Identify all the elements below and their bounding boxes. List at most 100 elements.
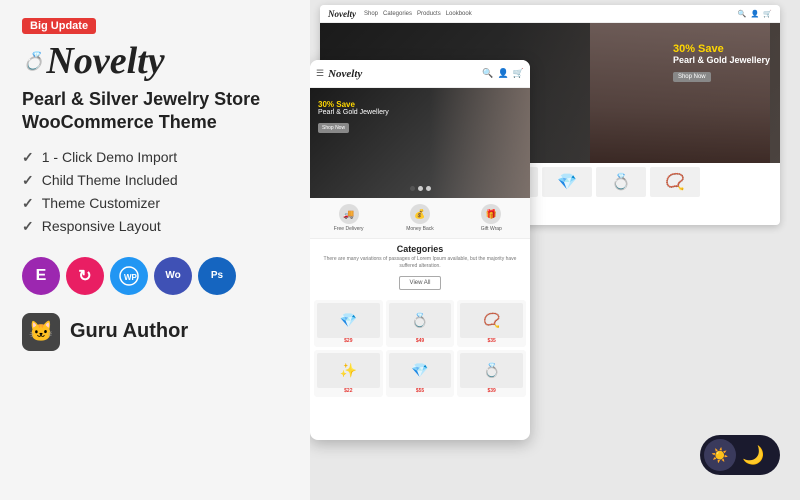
right-panel: Novelty Shop Categories Products Lookboo… — [310, 0, 800, 500]
feature-item-2: ✓ Child Theme Included — [22, 172, 288, 189]
elementor-icon: E — [22, 257, 60, 295]
product-price-5: $55 — [389, 388, 452, 394]
moon-icon: 🌙 — [742, 445, 764, 466]
nav-shop: Shop — [364, 11, 378, 17]
left-panel: Big Update 💍 Novelty Pearl & Silver Jewe… — [0, 0, 310, 500]
hero-save-text: 30% Save — [673, 43, 770, 55]
check-icon-2: ✓ — [22, 172, 34, 189]
product-price-4: $22 — [317, 388, 380, 394]
dot-2 — [418, 186, 423, 191]
desktop-nav: Novelty Shop Categories Products Lookboo… — [320, 5, 780, 23]
main-container: Big Update 💍 Novelty Pearl & Silver Jewe… — [0, 0, 800, 500]
mobile-shop-button[interactable]: Shop Now — [318, 123, 349, 133]
logo: 💍 Novelty — [22, 42, 288, 80]
sun-icon: ☀️ — [711, 447, 728, 464]
toggle-knob: ☀️ — [704, 439, 736, 471]
mobile-product-3: 📿 $35 — [457, 300, 526, 347]
feature-item-3: ✓ Theme Customizer — [22, 195, 288, 212]
revolution-slider-icon: ↻ — [66, 257, 104, 295]
mobile-search-icon: 🔍 — [482, 68, 493, 79]
product-price-6: $39 — [460, 388, 523, 394]
mobile-product-1: 💎 $29 — [314, 300, 383, 347]
mobile-categories-desc: There are many variations of passages of… — [310, 256, 530, 270]
product-price-1: $29 — [317, 338, 380, 344]
mobile-user-icon: 👤 — [498, 68, 509, 79]
product-img-1: 💎 — [317, 303, 380, 338]
big-update-badge: Big Update — [22, 18, 96, 34]
feature-item-4: ✓ Responsive Layout — [22, 218, 288, 235]
mobile-categories-title: Categories — [310, 239, 530, 256]
subtitle-line1: Pearl & Silver Jewelry Store — [22, 88, 288, 111]
feature-gift: 🎁 Gift Wrap — [457, 204, 526, 232]
nav-lookbook: Lookbook — [446, 11, 472, 17]
mobile-product-5: 💎 $55 — [386, 350, 455, 397]
nav-search-icon: 🔍 — [738, 10, 747, 18]
photoshop-icon: Ps — [198, 257, 236, 295]
product-img-6: 💍 — [460, 353, 523, 388]
feature-delivery: 🚚 Free Delivery — [314, 204, 383, 232]
dark-mode-toggle[interactable]: ☀️ 🌙 — [700, 435, 780, 475]
feature-money: 💰 Money Back — [385, 204, 454, 232]
product-price-3: $35 — [460, 338, 523, 344]
product-img-5: 💎 — [389, 353, 452, 388]
desktop-hero-text: 30% Save Pearl & Gold Jewellery Shop Now — [673, 43, 770, 83]
nav-categories: Categories — [383, 11, 412, 17]
woocommerce-icon: Wo — [154, 257, 192, 295]
dot-1 — [410, 186, 415, 191]
mobile-product-2: 💍 $49 — [386, 300, 455, 347]
feature-item-1: ✓ 1 - Click Demo Import — [22, 149, 288, 166]
logo-wordmark: Novelty — [46, 42, 164, 80]
feature-label-4: Responsive Layout — [42, 218, 161, 234]
features-list: ✓ 1 - Click Demo Import ✓ Child Theme In… — [22, 149, 288, 241]
hero-shop-button[interactable]: Shop Now — [673, 72, 711, 82]
gift-label: Gift Wrap — [481, 226, 502, 232]
desktop-nav-logo: Novelty — [328, 9, 356, 19]
nav-cart-icon: 🛒 — [763, 10, 772, 18]
mobile-products-grid: 💎 $29 💍 $49 📿 $35 ✨ $22 💎 $55 — [310, 296, 530, 401]
feature-label-3: Theme Customizer — [42, 195, 160, 211]
mobile-mockup: ☰ Novelty 🔍 👤 🛒 30% Save Pearl & Gold Je… — [310, 60, 530, 440]
subtitle: Pearl & Silver Jewelry Store WooCommerce… — [22, 88, 288, 135]
wordpress-icon: WP — [110, 257, 148, 295]
product-img-2: 💍 — [389, 303, 452, 338]
money-label: Money Back — [406, 226, 434, 232]
guru-icon: 🐱 — [22, 313, 60, 351]
mobile-view-all-button[interactable]: View All — [399, 276, 442, 290]
check-icon-3: ✓ — [22, 195, 34, 212]
mobile-cart-icon: 🛒 — [513, 68, 524, 79]
check-icon-4: ✓ — [22, 218, 34, 235]
mobile-hero-content: 30% Save Pearl & Gold Jewellery Shop Now — [318, 100, 389, 134]
carousel-dots — [310, 183, 530, 194]
mobile-hero: 30% Save Pearl & Gold Jewellery Shop Now — [310, 88, 530, 198]
delivery-label: Free Delivery — [334, 226, 364, 232]
product-img-3: 📿 — [460, 303, 523, 338]
product-price-2: $49 — [389, 338, 452, 344]
gift-icon: 🎁 — [481, 204, 501, 224]
guru-section: 🐱 Guru Author — [22, 313, 288, 351]
product-img-4: ✨ — [317, 353, 380, 388]
logo-ring-icon: 💍 — [22, 52, 44, 70]
delivery-icon: 🚚 — [339, 204, 359, 224]
nav-user-icon: 👤 — [751, 10, 760, 18]
subtitle-line2: WooCommerce Theme — [22, 111, 288, 134]
mobile-product-6: 💍 $39 — [457, 350, 526, 397]
tech-icons-row: E ↻ WP Wo Ps — [22, 257, 288, 295]
mobile-header: ☰ Novelty 🔍 👤 🛒 — [310, 60, 530, 88]
mobile-logo: Novelty — [328, 68, 478, 80]
product-thumb-7: 📿 — [650, 167, 700, 197]
product-thumb-5: 💎 — [542, 167, 592, 197]
dot-3 — [426, 186, 431, 191]
money-icon: 💰 — [410, 204, 430, 224]
mobile-hero-image — [430, 88, 530, 198]
check-icon-1: ✓ — [22, 149, 34, 166]
product-thumb-6: 💍 — [596, 167, 646, 197]
guru-label: Guru Author — [70, 320, 188, 343]
mobile-nav-icons: 🔍 👤 🛒 — [482, 68, 524, 79]
svg-text:WP: WP — [124, 273, 138, 282]
desktop-nav-links: Shop Categories Products Lookbook — [364, 11, 472, 17]
mobile-save-text: 30% Save — [318, 100, 389, 109]
mobile-jewelry-text: Pearl & Gold Jewellery — [318, 109, 389, 116]
hero-jewelry-title: Pearl & Gold Jewellery — [673, 55, 770, 65]
feature-label-2: Child Theme Included — [42, 172, 178, 188]
nav-products: Products — [417, 11, 441, 17]
